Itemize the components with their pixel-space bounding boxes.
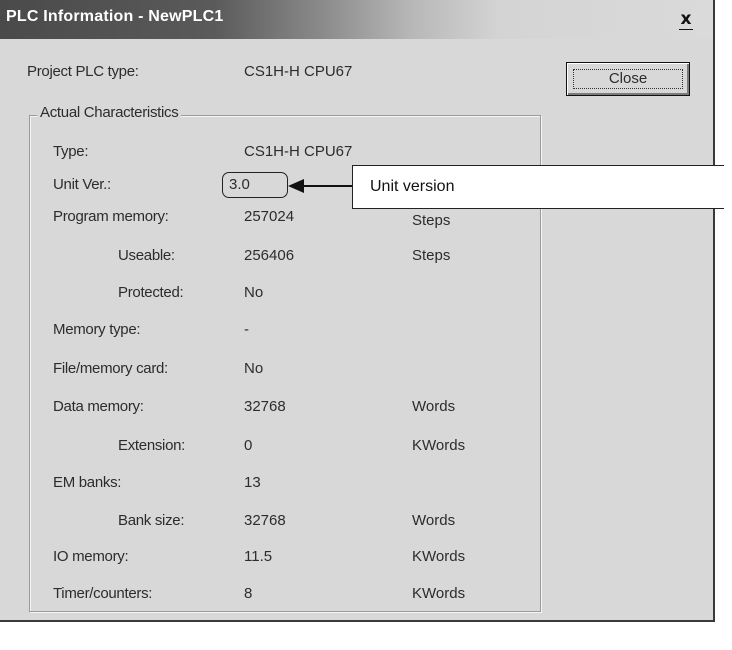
useable-value: 256406 [244, 247, 295, 264]
data-memory-unit: Words [412, 398, 456, 415]
extension-label: Extension: [118, 437, 186, 454]
callout-label-box: Unit version [352, 165, 724, 209]
em-banks-label: EM banks: [53, 474, 122, 491]
io-memory-value: 11.5 [244, 548, 273, 565]
data-memory-label: Data memory: [53, 398, 144, 415]
timer-counters-unit: KWords [412, 585, 466, 602]
file-memory-card-label: File/memory card: [53, 360, 168, 377]
close-button[interactable]: Close [566, 62, 690, 96]
group-legend: Actual Characteristics [37, 104, 182, 122]
extension-unit: KWords [412, 437, 466, 454]
protected-label: Protected: [118, 284, 184, 301]
program-memory-label: Program memory: [53, 208, 169, 225]
type-value: CS1H-H CPU67 [244, 143, 353, 160]
callout-text: Unit version [370, 178, 455, 195]
dialog-title: PLC Information - NewPLC1 [6, 8, 224, 25]
file-memory-card-value: No [244, 360, 264, 377]
timer-counters-label: Timer/counters: [53, 585, 153, 602]
em-banks-value: 13 [244, 474, 261, 491]
bank-size-unit: Words [412, 512, 456, 529]
io-memory-unit: KWords [412, 548, 466, 565]
program-memory-value: 257024 [244, 208, 295, 225]
data-memory-value: 32768 [244, 398, 286, 415]
plc-information-dialog: PLC Information - NewPLC1 x Project PLC … [0, 0, 715, 622]
close-button-label: Close [608, 70, 648, 87]
useable-label: Useable: [118, 247, 175, 264]
memory-type-label: Memory type: [53, 321, 141, 338]
program-memory-unit: Steps [412, 212, 451, 229]
unit-version-highlight [222, 172, 288, 198]
close-glyph: x [680, 9, 692, 29]
useable-unit: Steps [412, 247, 451, 264]
unit-ver-label: Unit Ver.: [53, 176, 111, 193]
project-plc-type-value: CS1H-H CPU67 [244, 63, 353, 80]
type-label: Type: [53, 143, 89, 160]
close-icon[interactable]: x [675, 8, 697, 30]
title-bar[interactable]: PLC Information - NewPLC1 x [0, 0, 713, 39]
memory-type-value: - [244, 321, 249, 338]
bank-size-label: Bank size: [118, 512, 185, 529]
extension-value: 0 [244, 437, 253, 454]
io-memory-label: IO memory: [53, 548, 129, 565]
project-plc-type-label: Project PLC type: [27, 63, 139, 80]
close-underline [679, 29, 693, 30]
protected-value: No [244, 284, 264, 301]
bank-size-value: 32768 [244, 512, 286, 529]
timer-counters-value: 8 [244, 585, 253, 602]
